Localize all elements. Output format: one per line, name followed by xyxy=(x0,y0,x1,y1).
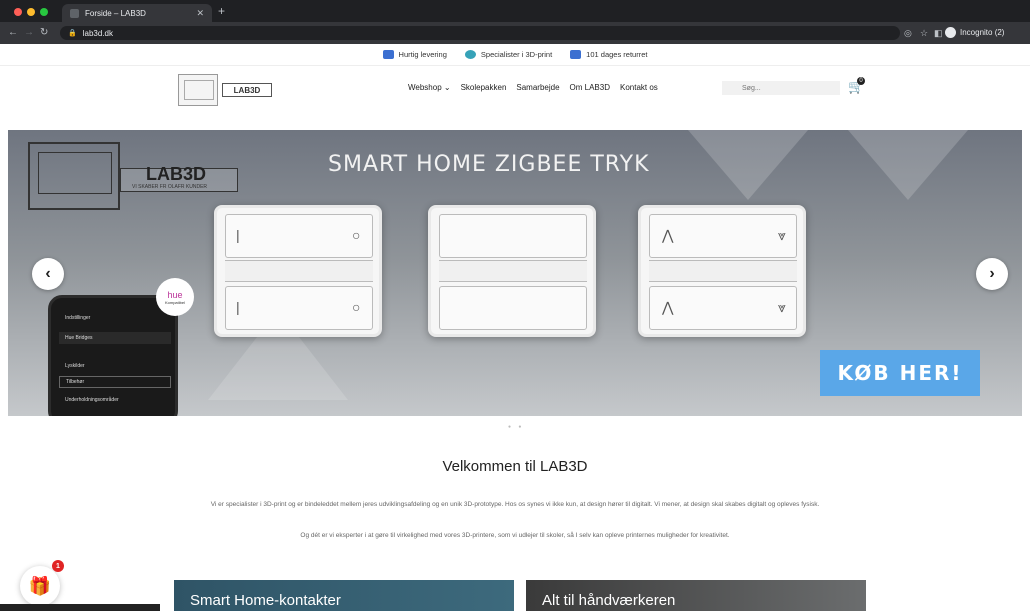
search-input[interactable] xyxy=(722,81,840,95)
tab-title: Forside – LAB3D xyxy=(85,8,146,18)
announce-label: 101 dages returret xyxy=(586,50,648,59)
bookmark-star-icon[interactable]: ☆ xyxy=(920,28,928,39)
browser-tab[interactable]: Forside – LAB3D ✕ xyxy=(62,4,212,22)
announce-delivery: Hurtig levering xyxy=(382,50,447,59)
category-card-smart-home[interactable]: Smart Home-kontakter xyxy=(174,580,514,611)
welcome-title: Velkommen til LAB3D xyxy=(442,458,588,475)
welcome-paragraph-2: Og dét er vi eksperter i at gøre til vir… xyxy=(300,532,730,539)
phone-row: Underholdningsområder xyxy=(65,397,119,403)
card-title: Smart Home-kontakter xyxy=(190,592,341,609)
announce-specialists: Specialister i 3D-print xyxy=(464,50,553,59)
close-window-icon[interactable] xyxy=(14,8,22,16)
hero-slider: LAB3D VI SKABER FR OLAFR KUNDER SMART HO… xyxy=(8,130,1022,416)
browser-toolbar: ← → ↻ 🔒 lab3d.dk ◎ ☆ ◧ Incognito (2) xyxy=(0,22,1030,44)
announce-label: Hurtig levering xyxy=(398,50,447,59)
incognito-profile[interactable]: Incognito (2) xyxy=(945,27,1004,38)
slider-next-button[interactable]: › xyxy=(976,258,1008,290)
incognito-label: Incognito (2) xyxy=(960,28,1005,37)
hue-compatible-badge: hue Kompatibel xyxy=(156,278,194,316)
address-bar[interactable]: 🔒 lab3d.dk xyxy=(60,26,900,40)
slider-prev-button[interactable]: ‹ xyxy=(32,258,64,290)
announce-label: Specialister i 3D-print xyxy=(480,50,553,59)
card-title: Alt til håndværkeren xyxy=(542,592,676,609)
announcement-bar: Hurtig levering Specialister i 3D-print … xyxy=(0,44,1030,66)
calendar-icon xyxy=(570,50,582,59)
phone-row: Hue Bridges xyxy=(59,332,171,344)
cart-count-badge: 0 xyxy=(857,77,865,85)
lock-icon: 🔒 xyxy=(68,30,77,37)
eye-off-icon[interactable]: ◎ xyxy=(904,28,912,39)
favicon-icon xyxy=(70,8,79,18)
maximize-window-icon[interactable] xyxy=(40,8,48,16)
category-card-tools[interactable]: Alt til håndværkeren xyxy=(526,580,866,611)
hero-logo-sub: VI SKABER FR OLAFR KUNDER xyxy=(132,184,208,190)
switch-blank xyxy=(428,205,596,337)
forward-icon[interactable]: → xyxy=(24,27,34,38)
gift-icon: 🎁 xyxy=(28,575,52,596)
reload-icon[interactable]: ↻ xyxy=(40,27,48,38)
hue-label: hue xyxy=(167,289,183,300)
phone-row: Indstillinger xyxy=(65,315,91,321)
welcome-paragraph-1: Vi er specialister i 3D-print og er bind… xyxy=(210,501,820,508)
decor-triangle xyxy=(848,130,968,200)
badge-icon xyxy=(464,50,476,59)
new-tab-icon[interactable]: + xyxy=(218,4,225,18)
sidepanel-icon[interactable]: ◧ xyxy=(934,28,943,39)
gift-count-badge: 1 xyxy=(52,560,64,572)
site-header: LAB3D Webshop ⌄ Skolepakken Samarbejde O… xyxy=(0,66,1030,112)
site-logo[interactable]: LAB3D xyxy=(222,83,272,97)
browser-tab-bar: Forside – LAB3D ✕ + xyxy=(0,0,1030,22)
phone-mockup: Indstillinger Hue Bridges Lyskilder Tilb… xyxy=(48,295,178,416)
buy-now-button[interactable]: KØB HER! xyxy=(820,350,980,396)
hero-logo: LAB3D xyxy=(146,164,207,184)
slider-dots[interactable]: ● ● xyxy=(508,424,524,430)
nav-skolepakken[interactable]: Skolepakken xyxy=(461,83,507,92)
gift-button[interactable]: 🎁 xyxy=(20,566,60,606)
url-text: lab3d.dk xyxy=(82,28,113,38)
main-nav: Webshop ⌄ Skolepakken Samarbejde Om LAB3… xyxy=(408,83,658,92)
switch-up-down: ⋀ ⩔ ⋀ ⩔ xyxy=(638,205,806,337)
hue-sub: Kompatibel xyxy=(164,299,185,305)
nav-samarbejde[interactable]: Samarbejde xyxy=(516,83,559,92)
printer-logo-icon[interactable] xyxy=(178,74,218,106)
minimize-window-icon[interactable] xyxy=(27,8,35,16)
bottom-strip xyxy=(0,604,160,611)
decor-triangle xyxy=(688,130,808,200)
phone-row: Tilbehør xyxy=(59,376,171,388)
truck-icon xyxy=(382,50,394,59)
phone-row: Lyskilder xyxy=(65,363,85,369)
nav-om-lab3d[interactable]: Om LAB3D xyxy=(570,83,610,92)
nav-webshop[interactable]: Webshop ⌄ xyxy=(408,83,451,92)
back-icon[interactable]: ← xyxy=(8,27,18,38)
hero-printer-icon xyxy=(28,142,120,210)
hero-title: SMART HOME ZIGBEE TRYK xyxy=(328,152,650,177)
announce-returns: 101 dages returret xyxy=(570,50,647,59)
close-tab-icon[interactable]: ✕ xyxy=(196,8,204,19)
switch-on-off: | ○ | ○ xyxy=(214,205,382,337)
nav-kontakt[interactable]: Kontakt os xyxy=(620,83,658,92)
incognito-icon xyxy=(945,27,956,38)
